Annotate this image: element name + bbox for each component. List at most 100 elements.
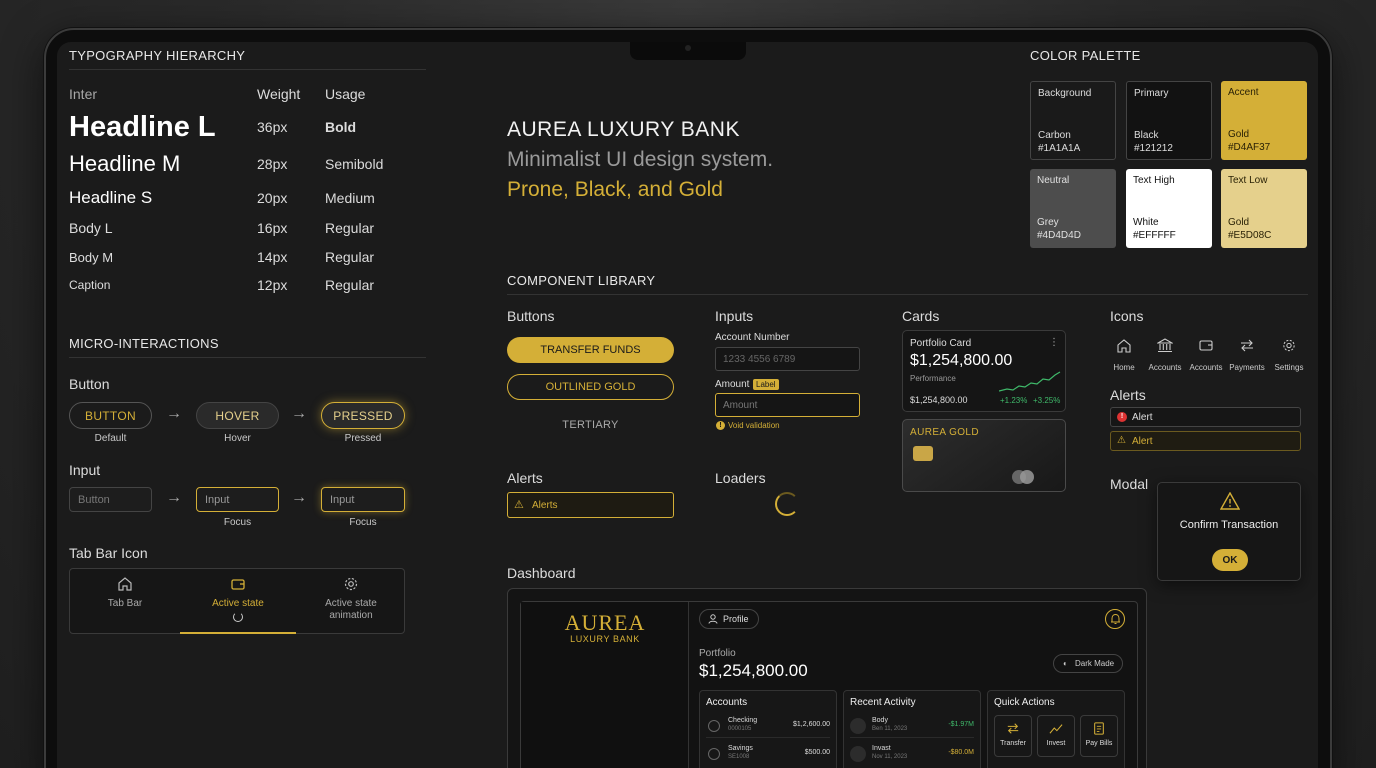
palette-title: COLOR PALETTE <box>1030 48 1141 63</box>
bank-icon <box>1157 338 1173 353</box>
typography-row: Headline S 20px Medium <box>69 186 429 210</box>
quick-label: Invest <box>1046 740 1066 747</box>
notification-button[interactable] <box>1105 609 1125 629</box>
dark-mode-toggle[interactable]: ◐ Dark Made <box>1053 654 1124 673</box>
alert-error[interactable]: ! Alert <box>1110 407 1301 427</box>
cards-title: Cards <box>902 308 940 324</box>
alerts-title-right: Alerts <box>1110 387 1146 403</box>
caption-sample: Caption <box>69 278 111 292</box>
icon-accounts[interactable]: Accounts <box>1186 338 1226 375</box>
input-section-label: Input <box>69 462 101 478</box>
usage-value: Regular <box>325 249 375 265</box>
quick-invest-button[interactable]: Invest <box>1037 715 1075 757</box>
account-number: 0000105 <box>728 726 752 732</box>
card-value: $1,254,800.00 <box>910 395 968 405</box>
swatch-hex: #E5D08C <box>1228 230 1272 241</box>
icon-bank[interactable]: Accounts <box>1145 338 1185 375</box>
hero-line2: Prone, Black, and Gold <box>507 178 723 201</box>
alerts-box-text: Alerts <box>532 500 558 511</box>
tertiary-button[interactable]: TERTIARY <box>507 419 674 431</box>
swatch-name: Gold <box>1228 217 1250 228</box>
icon-settings[interactable]: Settings <box>1269 338 1309 375</box>
account-number-label: Account Number <box>715 332 790 343</box>
alert-text: Alert <box>1132 412 1153 423</box>
input-default[interactable]: Button <box>69 487 152 512</box>
icon-label: Accounts <box>1148 363 1182 372</box>
button-hover[interactable]: HOVER <box>196 402 279 429</box>
portfolio-label: Portfolio <box>699 648 736 659</box>
body-m-sample: Body M <box>69 249 114 265</box>
typography-header-row: Inter Weight Usage <box>69 86 429 102</box>
activity-row[interactable]: Invast Nov 11, 2023 -$80.0M <box>850 744 974 766</box>
swatch-name: Carbon <box>1038 130 1071 141</box>
quick-pay-bills-button[interactable]: Pay Bills <box>1080 715 1118 757</box>
bill-icon <box>1094 722 1104 735</box>
button-default[interactable]: BUTTON <box>69 402 152 429</box>
activity-row[interactable]: Body Ben 11, 2023 -$1.97M <box>850 716 974 738</box>
swatch-name: Grey <box>1037 217 1059 228</box>
icon-label: Home <box>1113 363 1135 372</box>
usage-value: Semibold <box>325 156 384 172</box>
transfer-funds-button[interactable]: TRANSFER FUNDS <box>507 337 674 363</box>
alerts-title: Alerts <box>507 470 543 486</box>
activity-icon <box>850 718 866 734</box>
inputs-title: Inputs <box>715 308 754 324</box>
dashboard-frame: AUREA LUXURY BANK Profile Portfolio $1,2… <box>507 588 1147 768</box>
swatch-text-high: Text High White #EFFFFF <box>1126 169 1212 248</box>
swatch-neutral: Neutral Grey #4D4D4D <box>1030 169 1116 248</box>
tab-bar: Tab Bar Active state Active state animat… <box>69 568 405 634</box>
activity-name: Invast <box>872 745 891 752</box>
tab-home[interactable]: Tab Bar <box>70 569 180 633</box>
loaders-title: Loaders <box>715 470 766 486</box>
input-focus-caption: Focus <box>349 517 377 528</box>
portfolio-card[interactable]: Portfolio Card ⋮ $1,254,800.00 Performan… <box>902 330 1066 412</box>
accounts-title: Accounts <box>706 697 748 708</box>
tab-label: Active state <box>212 598 264 609</box>
modal-ok-button[interactable]: OK <box>1212 549 1248 571</box>
typography-row: Body M 14px Regular <box>69 247 429 267</box>
error-icon: ! <box>1117 412 1127 422</box>
input-focus-glow[interactable]: Input <box>321 487 405 512</box>
more-vertical-icon[interactable]: ⋮ <box>1049 337 1059 348</box>
size-value: 12px <box>257 277 288 293</box>
transfer-icon <box>1241 339 1253 352</box>
icons-title: Icons <box>1110 308 1144 324</box>
input-focus[interactable]: Input <box>196 487 279 512</box>
icon-home[interactable]: Home <box>1104 338 1144 375</box>
profile-button[interactable]: Profile <box>699 609 759 629</box>
tab-active[interactable]: Active state <box>180 569 296 634</box>
icon-label: Settings <box>1274 363 1304 372</box>
account-row[interactable]: Checking 0000105 $1,2,600.00 <box>706 716 830 738</box>
account-amount: $500.00 <box>804 749 830 756</box>
tab-settings[interactable]: Active state animation <box>296 569 406 633</box>
usage-value: Regular <box>325 277 375 293</box>
button-pressed[interactable]: PRESSED <box>321 402 405 429</box>
quick-transfer-button[interactable]: Transfer <box>994 715 1032 757</box>
user-icon <box>708 614 718 624</box>
outlined-gold-button[interactable]: OUTLINED GOLD <box>507 374 674 400</box>
amount-input[interactable]: Amount <box>715 393 860 417</box>
swatch-name: Black <box>1134 130 1159 141</box>
card-title: Portfolio Card <box>910 338 972 349</box>
buttons-title: Buttons <box>507 308 555 324</box>
alerts-box[interactable]: ⚠ Alerts <box>507 492 674 518</box>
account-number-input[interactable]: 1233 4556 6789 <box>715 347 860 371</box>
transfer-icon <box>1007 723 1019 734</box>
aurea-gold-card[interactable]: AUREA GOLD <box>902 419 1066 492</box>
quick-label: Transfer <box>1000 740 1026 747</box>
arrow-right-icon: → <box>291 489 307 506</box>
amount-badge: Label <box>753 379 779 390</box>
alert-warning[interactable]: ⚠ Alert <box>1110 431 1301 451</box>
camera-notch <box>630 42 746 60</box>
input-focus-caption: Focus <box>223 517 252 528</box>
icon-payments[interactable]: Payments <box>1227 338 1267 375</box>
typography-row: Caption 12px Regular <box>69 275 429 295</box>
alert-text: Alert <box>1132 436 1153 447</box>
icon-label: Accounts <box>1189 363 1223 372</box>
button-pressed-caption: Pressed <box>344 433 382 444</box>
screen: TYPOGRAPHY HIERARCHY Inter Weight Usage … <box>57 42 1318 768</box>
button-section-label: Button <box>69 376 110 392</box>
swatch-role: Primary <box>1134 88 1169 99</box>
account-row[interactable]: Savings SE1008 $500.00 <box>706 744 830 766</box>
activity-amount: -$80.0M <box>948 749 974 756</box>
